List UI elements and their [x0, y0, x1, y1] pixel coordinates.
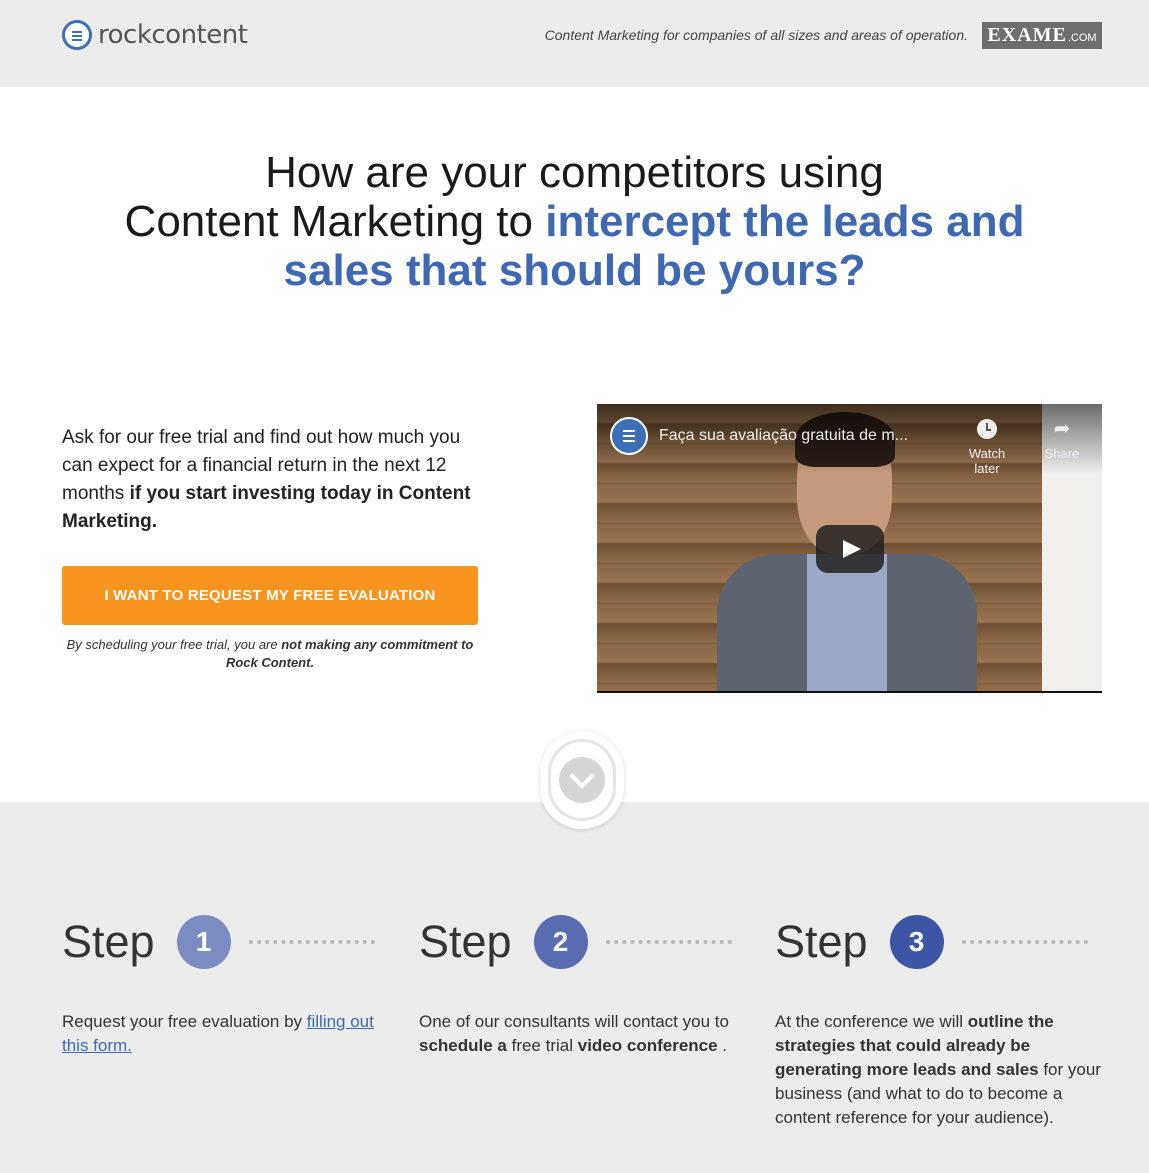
- headline-line1: How are your competitors using: [265, 148, 884, 197]
- step-3-description: At the conference we will outline the st…: [775, 1010, 1105, 1130]
- step-2-description: One of our consultants will contact you …: [419, 1010, 749, 1058]
- step-3-number-badge: 3: [889, 915, 944, 969]
- scroll-down-ring: [548, 739, 616, 821]
- clock-icon: [977, 419, 997, 439]
- rockcontent-logo-icon: [62, 20, 92, 50]
- step-1-dotted-divider: [248, 940, 375, 944]
- step-2-bold-2: video conference: [577, 1036, 718, 1055]
- header-tagline: Content Marketing for companies of all s…: [544, 27, 968, 43]
- logo-text: rockcontent: [98, 20, 248, 50]
- step-1-description: Request your free evaluation by filling …: [62, 1010, 392, 1058]
- step-3: Step 3 At the conference we will outline…: [775, 912, 1105, 1127]
- step-2-header: Step 2: [419, 912, 749, 972]
- watch-later-button[interactable]: Watch later: [957, 416, 1017, 476]
- step-3-text-1: At the conference we will: [775, 1012, 968, 1031]
- top-bar: rockcontent Content Marketing for compan…: [0, 0, 1149, 87]
- step-2: Step 2 One of our consultants will conta…: [419, 912, 749, 1055]
- step-2-dotted-divider: [605, 940, 732, 944]
- step-3-label: Step: [775, 916, 868, 967]
- step-2-text-3: .: [717, 1036, 728, 1055]
- video-player[interactable]: Faça sua avaliação gratuita de m... Watc…: [597, 404, 1102, 693]
- chevron-down-icon: [559, 757, 605, 803]
- intro-text: Ask for our free trial and find out how …: [62, 424, 492, 536]
- step-2-number-badge: 2: [533, 915, 588, 969]
- step-2-text-1: One of our consultants will contact you …: [419, 1012, 729, 1031]
- scroll-down-button[interactable]: [540, 731, 624, 829]
- headline-line2-highlight: intercept the leads and: [545, 197, 1025, 246]
- step-2-bold-1: schedule a: [419, 1036, 507, 1055]
- page-headline: How are your competitors using Content M…: [0, 148, 1149, 295]
- step-1-text: Request your free evaluation by: [62, 1012, 307, 1031]
- share-label: Share: [1044, 446, 1080, 461]
- video-title[interactable]: Faça sua avaliação gratuita de m...: [659, 427, 908, 445]
- step-2-text-2: free trial: [506, 1036, 578, 1055]
- step-1-label: Step: [62, 916, 155, 967]
- exame-logo: EXAME .COM: [982, 22, 1102, 49]
- disclaimer-plain: By scheduling your free trial, you are: [66, 637, 282, 652]
- exame-logo-text: EXAME: [987, 24, 1067, 46]
- step-1-header: Step 1: [62, 912, 392, 972]
- headline-line2-plain: Content Marketing to: [124, 197, 546, 246]
- share-arrow-icon: ➦: [1053, 418, 1071, 440]
- step-2-label: Step: [419, 916, 512, 967]
- watch-later-label: Watch later: [968, 446, 1006, 476]
- request-evaluation-button[interactable]: I WANT TO REQUEST MY FREE EVALUATION: [62, 566, 478, 625]
- share-button[interactable]: ➦ Share: [1032, 416, 1092, 461]
- rockcontent-logo[interactable]: rockcontent: [62, 20, 248, 50]
- channel-avatar-icon[interactable]: [610, 417, 648, 455]
- play-button-icon[interactable]: [816, 525, 884, 573]
- exame-logo-suffix: .COM: [1067, 32, 1097, 44]
- video-person-shirt: [807, 554, 887, 691]
- step-3-dotted-divider: [961, 940, 1088, 944]
- disclaimer-text: By scheduling your free trial, you are n…: [62, 636, 478, 672]
- step-1-number-badge: 1: [176, 915, 231, 969]
- headline-line3-highlight: sales that should be yours?: [283, 246, 866, 295]
- step-1: Step 1 Request your free evaluation by f…: [62, 912, 392, 1055]
- step-3-header: Step 3: [775, 912, 1105, 972]
